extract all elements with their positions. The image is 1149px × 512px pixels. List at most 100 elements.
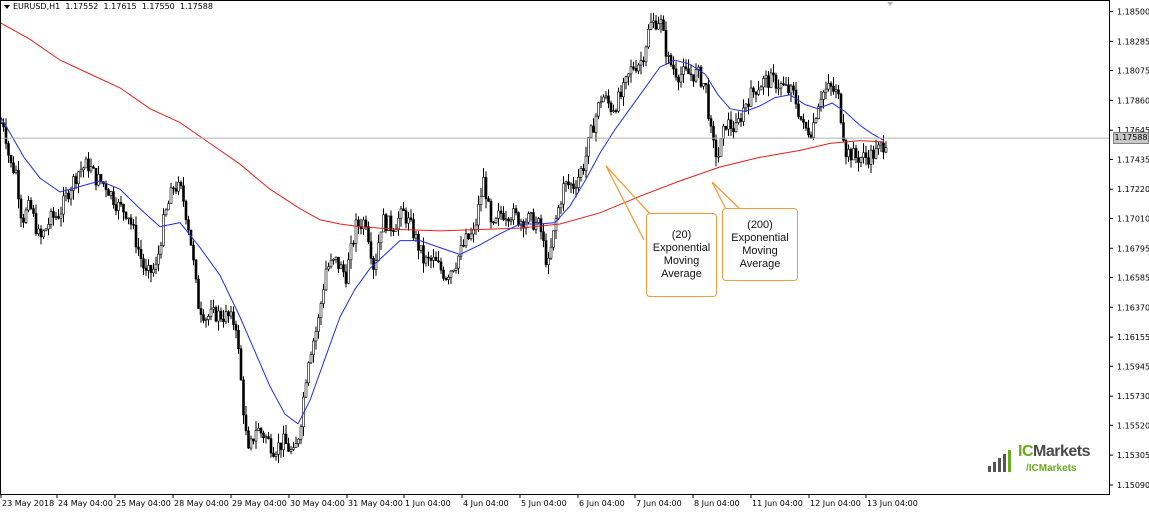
- candle-body: [537, 218, 540, 223]
- candle-body: [339, 264, 343, 269]
- candle-body: [327, 266, 330, 270]
- candle-body: [484, 177, 488, 200]
- time-tick-label: 4 Jun 04:00: [463, 499, 509, 508]
- candle-body: [672, 64, 675, 70]
- candle-body: [354, 219, 358, 244]
- candle-body: [812, 122, 815, 138]
- shift-marker-icon[interactable]: [887, 2, 893, 6]
- candle-body: [499, 210, 503, 214]
- candle-body: [322, 289, 325, 304]
- time-tick-label: 1 Jun 04:00: [405, 499, 451, 508]
- candle-body: [224, 311, 228, 322]
- candle-body: [14, 169, 18, 174]
- candle-body: [382, 214, 385, 233]
- ema200-annotation: (200) Exponential Moving Average: [722, 208, 798, 281]
- candle-body: [352, 242, 355, 245]
- candle-body: [872, 149, 875, 159]
- candle-body: [449, 270, 453, 278]
- candle-body: [52, 211, 55, 218]
- candle-body: [654, 20, 658, 30]
- candle-body: [584, 155, 588, 172]
- candle-body: [609, 102, 613, 113]
- candle-body: [724, 125, 728, 130]
- candle-body: [739, 118, 743, 122]
- candle-body: [179, 181, 183, 186]
- candle-body: [742, 107, 745, 122]
- candle-body: [137, 246, 140, 250]
- candle-body: [469, 233, 473, 240]
- candle-body: [437, 260, 440, 263]
- candle-body: [129, 217, 133, 225]
- price-tick-label: 1.15090: [1117, 481, 1149, 490]
- candle-body: [604, 95, 608, 98]
- candle-body: [399, 208, 403, 219]
- candle-body: [539, 218, 543, 233]
- candle-body: [142, 258, 145, 269]
- candle-body: [222, 318, 225, 322]
- high-value: 1.17615: [103, 2, 137, 11]
- candle-body: [154, 263, 158, 270]
- candle-body: [667, 55, 670, 57]
- candle-body: [677, 76, 680, 83]
- candle-body: [19, 198, 23, 219]
- candle-body: [684, 66, 688, 70]
- candle-body: [657, 23, 660, 30]
- candle-body: [509, 219, 513, 222]
- candle-body: [427, 256, 430, 259]
- candle-body: [89, 166, 93, 172]
- candle-body: [34, 213, 38, 235]
- candle-body: [642, 60, 645, 63]
- candle-body: [882, 142, 885, 153]
- logo-subtext: /ICMarkets: [1026, 463, 1077, 474]
- candle-body: [79, 169, 83, 173]
- candle-body: [639, 60, 643, 66]
- candle-body: [344, 271, 348, 284]
- logo-wordmark: ICMarkets: [1018, 443, 1090, 461]
- time-tick-label: 29 May 04:00: [232, 499, 287, 508]
- price-tick-label: 1.17435: [1117, 155, 1149, 164]
- candle-body: [864, 152, 868, 158]
- candle-body: [249, 438, 253, 449]
- candle-body: [117, 201, 120, 211]
- candle-body: [234, 324, 238, 331]
- candle-body: [39, 228, 43, 238]
- candle-body: [754, 91, 758, 95]
- candle-body: [492, 221, 495, 224]
- candle-body: [194, 259, 198, 280]
- candle-body: [832, 85, 835, 92]
- candle-body: [462, 245, 465, 247]
- candle-body: [159, 245, 163, 255]
- dropdown-triangle-icon[interactable]: [4, 5, 10, 9]
- candle-body: [204, 319, 208, 321]
- candle-body: [439, 261, 443, 271]
- candle-body: [877, 144, 880, 149]
- candle-body: [262, 432, 265, 439]
- candle-body: [244, 414, 248, 432]
- price-axis: 1.185001.182851.180751.178601.176451.174…: [1109, 8, 1149, 490]
- candle-body: [217, 310, 220, 322]
- candle-body: [59, 213, 63, 219]
- candle-body: [764, 75, 768, 79]
- candle-body: [237, 329, 240, 350]
- candle-body: [579, 168, 583, 178]
- candle-body: [819, 99, 823, 107]
- time-tick-label: 31 May 04:00: [348, 499, 403, 508]
- candle-body: [169, 187, 173, 205]
- candle-body: [622, 82, 625, 97]
- candle-body: [757, 89, 760, 95]
- candle-body: [37, 228, 40, 235]
- candle-body: [182, 185, 185, 202]
- price-chart[interactable]: 1.185001.182851.180751.178601.176451.174…: [0, 0, 1149, 512]
- candle-body: [662, 19, 665, 31]
- logo-markets: Markets: [1033, 443, 1090, 460]
- candle-body: [414, 233, 418, 239]
- chart-window[interactable]: 1.18500 1.18285 1.18075 1.17860 1.17645 1.174…: [0, 0, 1149, 512]
- candle-body: [32, 208, 35, 214]
- candle-body: [289, 449, 293, 452]
- candle-body: [722, 125, 725, 139]
- time-tick-label: 5 Jun 04:00: [521, 499, 567, 508]
- candle-body: [127, 217, 130, 220]
- candle-body: [9, 155, 13, 164]
- candle-body: [482, 177, 485, 197]
- candle-body: [312, 340, 315, 355]
